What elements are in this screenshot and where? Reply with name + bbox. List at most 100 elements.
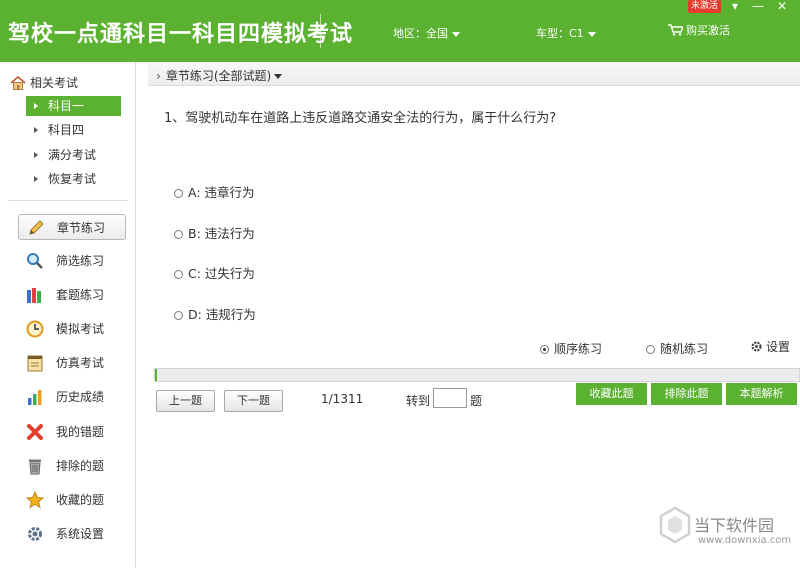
- nav-label: 排除的题: [56, 459, 105, 473]
- breadcrumb-bar: › 章节练习(全部试题): [148, 64, 800, 86]
- exclude-question-button[interactable]: 排除此题: [651, 383, 722, 405]
- radio-icon: [174, 311, 183, 320]
- magnifier-icon: [27, 253, 43, 269]
- nav-label: 筛选练习: [56, 254, 105, 268]
- gear-icon: [751, 341, 762, 352]
- progress-bar: [154, 368, 800, 382]
- question-counter: 1/1311: [321, 392, 364, 406]
- region-dropdown[interactable]: 地区：全国: [393, 25, 460, 41]
- nav-label: 我的错题: [56, 425, 105, 439]
- chevron-down-icon: [587, 31, 596, 37]
- option-a[interactable]: A: 违章行为: [174, 182, 255, 201]
- option-c[interactable]: C: 过失行为: [174, 263, 255, 282]
- goto-suffix: 题: [470, 394, 483, 408]
- radio-icon: [174, 230, 183, 239]
- cart-icon: [668, 24, 685, 36]
- close-button[interactable]: ✕: [774, 0, 790, 13]
- nav-favorite-questions[interactable]: 收藏的题: [18, 487, 126, 513]
- red-x-icon: [27, 424, 43, 440]
- goto-question-input[interactable]: [433, 388, 467, 408]
- radio-icon: [174, 189, 183, 198]
- nav-history-scores[interactable]: 历史成绩: [18, 384, 126, 410]
- sidebar: 相关考试 科目一 科目四 满分考试 恢复考试 章节练习 筛选练习 套题练习 模拟…: [0, 62, 136, 568]
- buy-activate-link[interactable]: 购买激活: [668, 22, 730, 38]
- sidebar-item-subject-four[interactable]: 科目四: [26, 120, 121, 140]
- region-label: 地区：全国: [393, 27, 448, 40]
- sidebar-item-full-score-exam[interactable]: 满分考试: [26, 145, 121, 165]
- car-type-dropdown[interactable]: 车型：C1: [536, 25, 596, 41]
- breadcrumb-dropdown[interactable]: › 章节练习(全部试题): [156, 67, 283, 84]
- pencil-icon: [29, 220, 44, 235]
- nav-label: 章节练习: [57, 221, 106, 235]
- buy-activate-label: 购买激活: [686, 24, 730, 37]
- related-exams-label: 相关考试: [30, 76, 79, 90]
- nav-label: 套题练习: [56, 288, 105, 302]
- nav-label: 历史成绩: [56, 390, 105, 404]
- sidebar-item-subject-one[interactable]: 科目一: [26, 96, 121, 116]
- nav-excluded-questions[interactable]: 排除的题: [18, 453, 126, 479]
- sub-item-label: 科目四: [48, 123, 85, 137]
- nav-filter-practice[interactable]: 筛选练习: [18, 248, 126, 274]
- title-divider: [320, 14, 321, 48]
- chevron-down-icon: [452, 31, 460, 37]
- sub-item-label: 恢复考试: [48, 172, 97, 186]
- bar-chart-icon: [28, 390, 42, 405]
- question-text: 1、驾驶机动车在道路上违反道路交通安全法的行为，属于什么行为?: [164, 111, 557, 126]
- app-title: 驾校一点通科目一科目四模拟考试: [8, 22, 354, 47]
- progress-fill: [155, 369, 157, 381]
- minimize-button[interactable]: —: [750, 0, 766, 13]
- random-practice-radio[interactable]: 随机练习: [646, 340, 708, 357]
- chevron-right-icon: ›: [156, 69, 161, 83]
- sub-item-label: 满分考试: [48, 148, 97, 162]
- favorite-question-button[interactable]: 收藏此题: [576, 383, 647, 405]
- random-label: 随机练习: [660, 342, 709, 356]
- sequential-label: 顺序练习: [554, 342, 603, 356]
- chevron-down-icon: [274, 74, 283, 79]
- sidebar-divider: [8, 200, 128, 201]
- sidebar-item-resume-exam[interactable]: 恢复考试: [26, 169, 121, 189]
- window-menu-button[interactable]: ▾: [727, 0, 743, 13]
- house-icon: [10, 75, 26, 90]
- clock-icon: [26, 320, 44, 338]
- gear-icon: [28, 527, 42, 541]
- option-label: C: 过失行为: [188, 266, 255, 281]
- unactivated-badge[interactable]: 未激活: [688, 0, 722, 13]
- title-bar: 驾校一点通科目一科目四模拟考试 地区：全国 车型：C1 购买激活 未激活 ▾ —…: [0, 0, 800, 62]
- nav-mock-exam[interactable]: 模拟考试: [18, 316, 126, 342]
- caret-right-icon: [34, 152, 38, 158]
- radio-selected-icon: [540, 345, 549, 354]
- option-d[interactable]: D: 违规行为: [174, 304, 256, 323]
- caret-right-icon: [34, 127, 38, 133]
- trash-icon: [29, 459, 41, 475]
- option-label: B: 违法行为: [188, 226, 255, 241]
- nav-chapter-practice[interactable]: 章节练习: [18, 214, 126, 240]
- nav-system-settings[interactable]: 系统设置: [18, 521, 126, 547]
- settings-button[interactable]: 设置: [750, 338, 790, 355]
- nav-label: 仿真考试: [56, 356, 105, 370]
- star-icon: [26, 491, 44, 509]
- watermark-url: www.downxia.com: [698, 535, 792, 546]
- next-question-button[interactable]: 下一题: [224, 390, 283, 412]
- nav-simulation-exam[interactable]: 仿真考试: [18, 350, 126, 376]
- nav-my-mistakes[interactable]: 我的错题: [18, 419, 126, 445]
- option-label: D: 违规行为: [188, 307, 256, 322]
- watermark-logo-icon: [659, 506, 691, 544]
- books-icon: [27, 288, 41, 303]
- breadcrumb-label: 章节练习(全部试题): [165, 69, 272, 83]
- sequential-practice-radio[interactable]: 顺序练习: [540, 340, 602, 357]
- radio-icon: [174, 270, 183, 279]
- radio-icon: [646, 345, 655, 354]
- settings-label: 设置: [766, 340, 791, 354]
- related-exams-header[interactable]: 相关考试: [10, 74, 78, 91]
- prev-question-button[interactable]: 上一题: [156, 390, 215, 412]
- car-type-label: 车型：C1: [536, 27, 584, 40]
- caret-right-icon: [34, 103, 38, 109]
- question-analysis-button[interactable]: 本题解析: [726, 383, 797, 405]
- notepad-icon: [27, 355, 43, 372]
- nav-set-practice[interactable]: 套题练习: [18, 282, 126, 308]
- sub-item-label: 科目一: [48, 99, 85, 113]
- option-b[interactable]: B: 违法行为: [174, 223, 255, 242]
- goto-label: 转到: [406, 394, 431, 408]
- watermark-text: 当下软件园: [694, 516, 775, 535]
- nav-label: 收藏的题: [56, 493, 105, 507]
